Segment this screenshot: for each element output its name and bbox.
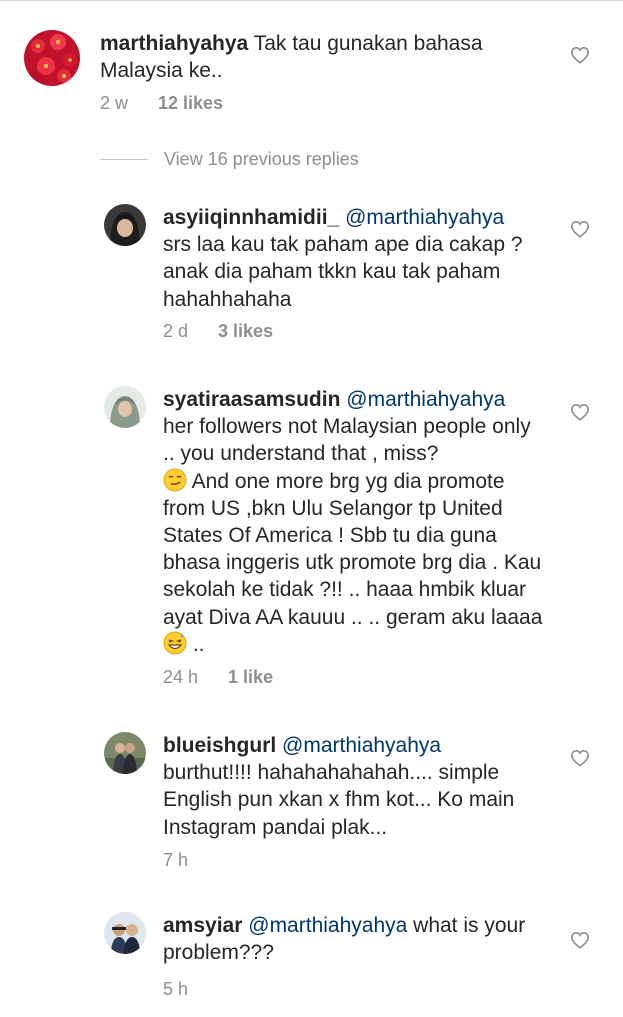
comment-time: 7 h xyxy=(163,850,189,870)
heart-outline-icon[interactable] xyxy=(570,46,590,64)
comment-meta: 2 d 3 likes xyxy=(163,321,273,342)
avatar[interactable] xyxy=(24,30,80,86)
comment-body-continued: And one more brg yg dia promote from US … xyxy=(163,469,543,629)
comment-text: amsyiar @marthiahyahya what is your prob… xyxy=(163,912,553,966)
comment-time: 2 d xyxy=(163,321,189,341)
view-previous-replies[interactable]: View 16 previous replies xyxy=(100,146,359,172)
reply-blueishgurl: blueishgurl @marthiahyahya burthut!!!! h… xyxy=(0,720,623,880)
comment-marthiahyahya: marthiahyahya Tak tau gunakan bahasa Mal… xyxy=(0,0,623,130)
comment-username[interactable]: blueishgurl xyxy=(163,734,276,757)
comment-body: her followers not Malaysian people only … xyxy=(163,415,531,466)
smirking-face-emoji xyxy=(163,468,187,492)
comment-likes[interactable]: 1 like xyxy=(228,667,273,688)
comment-meta: 24 h 1 like xyxy=(163,667,273,688)
comment-meta: 2 w 12 likes xyxy=(100,93,223,114)
avatar[interactable] xyxy=(104,732,146,774)
comment-meta: 7 h xyxy=(163,850,188,871)
comment-text: asyiiqinnhamidii_ @marthiahyahya srs laa… xyxy=(163,204,543,313)
mention-link[interactable]: @marthiahyahya xyxy=(345,206,504,229)
comment-likes[interactable]: 12 likes xyxy=(158,93,223,114)
reply-syatiraasamsudin: syatiraasamsudin @marthiahyahya her foll… xyxy=(0,374,623,704)
mention-link[interactable]: @marthiahyahya xyxy=(248,914,407,937)
heart-outline-icon[interactable] xyxy=(570,403,590,421)
comment-meta: 5 h xyxy=(163,979,188,1000)
heart-outline-icon[interactable] xyxy=(570,749,590,767)
comment-username[interactable]: asyiiqinnhamidii_ xyxy=(163,206,339,229)
comment-time: 24 h xyxy=(163,667,199,687)
mention-link[interactable]: @marthiahyahya xyxy=(282,734,441,757)
heart-outline-icon[interactable] xyxy=(570,931,590,949)
avatar[interactable] xyxy=(104,912,146,954)
comment-username[interactable]: marthiahyahya xyxy=(100,32,248,55)
heart-outline-icon[interactable] xyxy=(570,220,590,238)
replies-divider xyxy=(100,158,148,160)
comment-username[interactable]: syatiraasamsudin xyxy=(163,388,340,411)
comment-text: blueishgurl @marthiahyahya burthut!!!! h… xyxy=(163,732,558,841)
comment-body-end: .. xyxy=(187,632,205,656)
comment-body: srs laa kau tak paham ape dia cakap ? an… xyxy=(163,233,523,311)
comment-time: 5 h xyxy=(163,979,189,999)
comment-time: 2 w xyxy=(100,93,129,113)
reply-asyiiqinnhamidii: asyiiqinnhamidii_ @marthiahyahya srs laa… xyxy=(0,190,623,350)
mention-link[interactable]: @marthiahyahya xyxy=(346,388,505,411)
view-replies-label: View 16 previous replies xyxy=(164,148,359,169)
comment-username[interactable]: amsyiar xyxy=(163,914,242,937)
avatar[interactable] xyxy=(104,204,146,246)
comment-text: marthiahyahya Tak tau gunakan bahasa Mal… xyxy=(100,30,540,84)
reply-amsyiar: amsyiar @marthiahyahya what is your prob… xyxy=(0,900,623,1017)
avatar[interactable] xyxy=(104,386,146,428)
grinning-face-with-sweat-emoji xyxy=(163,631,187,655)
comment-body: burthut!!!! hahahahahahah.... simple Eng… xyxy=(163,761,515,839)
comment-likes[interactable]: 3 likes xyxy=(218,321,273,342)
comment-text: syatiraasamsudin @marthiahyahya her foll… xyxy=(163,386,543,658)
